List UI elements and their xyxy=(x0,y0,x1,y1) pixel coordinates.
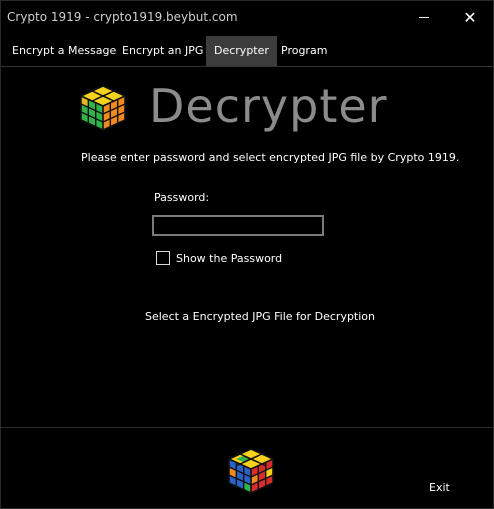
minimize-icon xyxy=(419,17,429,18)
password-field[interactable] xyxy=(152,215,324,236)
close-icon: ✕ xyxy=(463,7,477,27)
instruction-text: Please enter password and select encrypt… xyxy=(81,151,460,164)
footer-divider xyxy=(1,427,493,428)
tab-bar: Encrypt a Message Encrypt an JPG Decrypt… xyxy=(1,36,493,67)
show-password-label: Show the Password xyxy=(176,251,283,265)
tab-encrypt-jpg[interactable]: Encrypt an JPG xyxy=(115,36,210,66)
app-window: Crypto 1919 - crypto1919.beybut.com ✕ En… xyxy=(0,0,494,509)
exit-button[interactable]: Exit xyxy=(429,481,450,494)
page-title: Decrypter xyxy=(149,79,388,133)
show-password-toggle[interactable]: Show the Password xyxy=(156,251,282,265)
show-password-checkbox[interactable] xyxy=(156,251,170,265)
close-button[interactable]: ✕ xyxy=(447,1,493,34)
rubiks-cube-icon xyxy=(79,84,127,135)
password-label: Password: xyxy=(154,191,210,204)
select-file-link[interactable]: Select a Encrypted JPG File for Decrypti… xyxy=(145,310,375,323)
window-title: Crypto 1919 - crypto1919.beybut.com xyxy=(7,10,238,24)
rubiks-cube-icon xyxy=(227,447,275,498)
title-bar: Crypto 1919 - crypto1919.beybut.com ✕ xyxy=(1,1,493,34)
tab-program[interactable]: Program xyxy=(274,36,334,66)
minimize-button[interactable] xyxy=(401,1,447,34)
tab-encrypt-message[interactable]: Encrypt a Message xyxy=(5,36,123,66)
tab-decrypter[interactable]: Decrypter xyxy=(206,36,277,66)
